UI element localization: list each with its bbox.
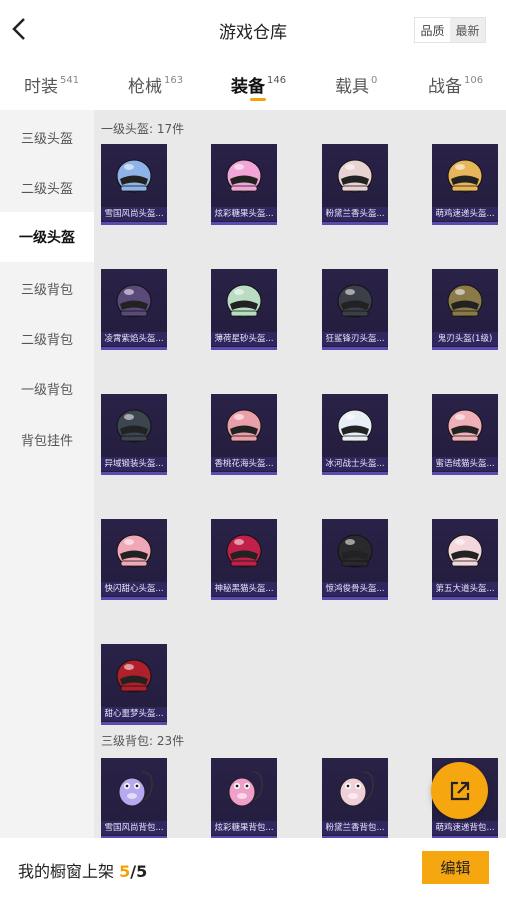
item-card[interactable]: 蜜语绒猫头盔... — [432, 394, 498, 475]
sidebar-item-level3-helmet[interactable]: 三级头盔 — [0, 112, 94, 162]
item-name: 萌鸡速递头盔... — [432, 207, 498, 221]
edit-button[interactable]: 编辑 — [422, 851, 489, 884]
item-name: 蜜语绒猫头盔... — [432, 457, 498, 471]
item-card[interactable]: 神秘黑猫头盔... — [211, 519, 277, 600]
tab-count: 0 — [371, 75, 378, 86]
tab-fashion[interactable]: 时装 541 — [24, 72, 79, 97]
item-name: 粉黛兰香背包... — [322, 821, 388, 835]
active-tab-indicator — [250, 98, 266, 101]
tab-equipment[interactable]: 装备 146 — [231, 72, 286, 97]
showcase-count: 5 — [119, 862, 131, 881]
tab-label: 载具 — [335, 77, 369, 97]
external-link-icon — [450, 781, 469, 800]
sidebar-item-level2-helmet[interactable]: 二级头盔 — [0, 162, 94, 212]
item-card[interactable]: 狂鲨锋刃头盔... — [322, 269, 388, 350]
item-name: 粉黛兰香头盔... — [322, 207, 388, 221]
sidebar-item-level1-backpack[interactable]: 一级背包 — [0, 363, 94, 413]
item-card[interactable]: 快闪甜心头盔... — [101, 519, 167, 600]
item-card[interactable]: 凌霄紫焰头盔... — [101, 269, 167, 350]
tab-label: 时装 — [24, 77, 58, 97]
item-card[interactable]: 粉黛兰香背包... — [322, 758, 388, 838]
item-card[interactable]: 香桃花海头盔... — [211, 394, 277, 475]
sidebar-item-level1-helmet[interactable]: 一级头盔 — [0, 212, 94, 262]
item-card[interactable]: 炫彩糖果头盔... — [211, 144, 277, 225]
sort-quality-button[interactable]: 品质 — [415, 18, 450, 42]
tab-count: 541 — [60, 75, 80, 86]
tab-label: 枪械 — [128, 77, 162, 97]
item-name: 冰河战士头盔... — [322, 457, 388, 471]
item-card[interactable]: 惊鸿俊骨头盔... — [322, 519, 388, 600]
item-name: 第五大道头盔... — [432, 582, 498, 596]
section-title: 一级头盔: 17件 — [101, 122, 185, 136]
top-bar: 游戏仓库 品质 最新 — [0, 0, 506, 60]
item-card[interactable]: 薄荷星砂头盔... — [211, 269, 277, 350]
section-title: 三级背包: 23件 — [101, 734, 185, 748]
share-button[interactable] — [431, 762, 488, 819]
tab-vehicles[interactable]: 载具 0 — [335, 72, 377, 97]
item-name: 惊鸿俊骨头盔... — [322, 582, 388, 596]
item-card[interactable]: 粉黛兰香头盔... — [322, 144, 388, 225]
tab-count: 146 — [267, 75, 287, 86]
sidebar-item-level3-backpack[interactable]: 三级背包 — [0, 263, 94, 313]
item-card[interactable]: 雪国风尚头盔... — [101, 144, 167, 225]
item-name: 萌鸡速递背包... — [432, 821, 498, 835]
sidebar-item-level2-backpack[interactable]: 二级背包 — [0, 313, 94, 363]
tab-label: 战备 — [428, 77, 462, 97]
item-name: 炫彩糖果头盔... — [211, 207, 277, 221]
item-card[interactable]: 冰河战士头盔... — [322, 394, 388, 475]
item-name: 异域锻装头盔... — [101, 457, 167, 471]
item-name: 鬼刃头盔(1级) — [432, 332, 498, 346]
item-card[interactable]: 雪国风尚背包... — [101, 758, 167, 838]
showcase-footer: 我的橱窗上架 5/5 编辑 — [0, 838, 506, 897]
tab-supplies[interactable]: 战备 106 — [428, 72, 483, 97]
item-card[interactable]: 鬼刃头盔(1级) — [432, 269, 498, 350]
item-name: 雪国风尚头盔... — [101, 207, 167, 221]
category-tabs: 时装 541 枪械 163 装备 146 载具 0 战备 106 — [0, 60, 506, 110]
item-name: 炫彩糖果背包... — [211, 821, 277, 835]
item-card[interactable]: 萌鸡速递头盔... — [432, 144, 498, 225]
item-name: 雪国风尚背包... — [101, 821, 167, 835]
item-name: 凌霄紫焰头盔... — [101, 332, 167, 346]
tab-count: 163 — [164, 75, 184, 86]
sidebar-item-backpack-charm[interactable]: 背包挂件 — [0, 414, 94, 464]
sidebar: 三级头盔 二级头盔 一级头盔 三级背包 二级背包 一级背包 背包挂件 — [0, 110, 94, 838]
sort-latest-button[interactable]: 最新 — [450, 18, 485, 42]
item-name: 神秘黑猫头盔... — [211, 582, 277, 596]
item-card[interactable]: 甜心噩梦头盔... — [101, 644, 167, 725]
item-card[interactable]: 第五大道头盔... — [432, 519, 498, 600]
showcase-label: 我的橱窗上架 5/5 — [18, 858, 147, 882]
tab-label: 装备 — [231, 77, 265, 97]
item-name: 快闪甜心头盔... — [101, 582, 167, 596]
tab-count: 106 — [464, 75, 484, 86]
item-grid: 一级头盔: 17件 三级背包: 23件 雪国风尚头盔... 炫彩糖果头盔... 粉黛… — [94, 110, 506, 838]
item-card[interactable]: 炫彩糖果背包... — [211, 758, 277, 838]
item-name: 香桃花海头盔... — [211, 457, 277, 471]
item-name: 甜心噩梦头盔... — [101, 707, 167, 721]
showcase-label-text: 我的橱窗上架 — [18, 862, 115, 881]
item-card[interactable]: 异域锻装头盔... — [101, 394, 167, 475]
sort-toggle: 品质 最新 — [414, 17, 486, 43]
item-name: 狂鲨锋刃头盔... — [322, 332, 388, 346]
tab-firearms[interactable]: 枪械 163 — [128, 72, 183, 97]
item-name: 薄荷星砂头盔... — [211, 332, 277, 346]
showcase-total: /5 — [130, 862, 148, 881]
